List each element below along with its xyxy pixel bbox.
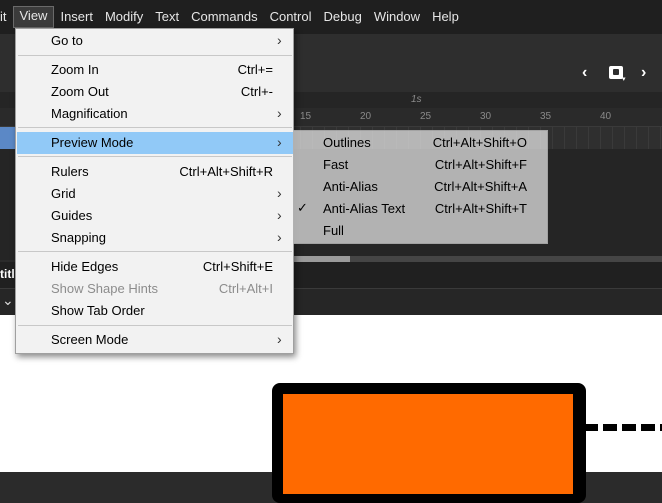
submenu-item-anti-alias[interactable]: Anti-Alias Ctrl+Alt+Shift+A [294, 176, 547, 198]
menu-help[interactable]: Help [426, 7, 465, 27]
menu-item-zoom-in[interactable]: Zoom In Ctrl+= [17, 59, 293, 81]
menu-item-preview-mode[interactable]: Preview Mode › [17, 132, 293, 154]
chevron-right-icon: › [277, 207, 282, 223]
menu-insert[interactable]: Insert [54, 7, 99, 27]
ruler-tick: 35 [540, 111, 552, 122]
menu-view[interactable]: View [12, 6, 55, 28]
submenu-item-outlines[interactable]: Outlines Ctrl+Alt+Shift+O [294, 132, 547, 154]
caret-down-icon[interactable]: ▾ [622, 75, 626, 83]
menu-debug[interactable]: Debug [318, 7, 368, 27]
menu-separator [18, 325, 292, 326]
timeline-second-marker: 1s [411, 94, 422, 105]
chevron-right-icon: › [277, 229, 282, 245]
document-title: titl [0, 267, 15, 281]
menu-item-rulers[interactable]: Rulers Ctrl+Alt+Shift+R [17, 161, 293, 183]
menu-item-screen-mode[interactable]: Screen Mode › [17, 329, 293, 351]
selected-layer[interactable] [0, 127, 16, 149]
menu-item-hide-edges[interactable]: Hide Edges Ctrl+Shift+E [17, 256, 293, 278]
menu-window[interactable]: Window [368, 7, 426, 27]
chevron-left-icon[interactable]: ‹ [582, 64, 587, 82]
menu-commands[interactable]: Commands [185, 7, 263, 27]
chevron-right-icon: › [277, 32, 282, 48]
menu-separator [18, 127, 292, 128]
preview-mode-submenu: Outlines Ctrl+Alt+Shift+O Fast Ctrl+Alt+… [293, 130, 548, 244]
camera-icon[interactable] [609, 66, 623, 79]
ruler-tick: 25 [420, 111, 432, 122]
menu-separator [18, 55, 292, 56]
menu-control[interactable]: Control [264, 7, 318, 27]
rectangle-shape-fill[interactable] [283, 394, 573, 494]
menu-separator [18, 156, 292, 157]
view-menu-dropdown: Go to › Zoom In Ctrl+= Zoom Out Ctrl+- M… [15, 28, 294, 354]
ruler-tick: 30 [480, 111, 492, 122]
menu-edit[interactable]: it [0, 7, 13, 27]
menu-modify[interactable]: Modify [99, 7, 149, 27]
submenu-item-anti-alias-text[interactable]: ✓ Anti-Alias Text Ctrl+Alt+Shift+T [294, 198, 547, 220]
chevron-down-icon[interactable]: ⌄ [2, 292, 14, 309]
menu-text[interactable]: Text [149, 7, 185, 27]
menu-item-guides[interactable]: Guides › [17, 205, 293, 227]
menu-item-go-to[interactable]: Go to › [17, 30, 293, 52]
menu-item-magnification[interactable]: Magnification › [17, 103, 293, 125]
ruler-tick: 20 [360, 111, 372, 122]
menu-item-show-tab-order[interactable]: Show Tab Order [17, 300, 293, 322]
ruler-tick: 40 [600, 111, 612, 122]
chevron-right-icon[interactable]: › [641, 64, 646, 82]
ruler-tick: 15 [300, 111, 312, 122]
chevron-right-icon: › [277, 185, 282, 201]
menu-item-snapping[interactable]: Snapping › [17, 227, 293, 249]
chevron-right-icon: › [277, 105, 282, 121]
checkmark-icon: ✓ [297, 200, 308, 215]
submenu-item-fast[interactable]: Fast Ctrl+Alt+Shift+F [294, 154, 547, 176]
chevron-right-icon: › [277, 134, 282, 150]
line-shape[interactable] [584, 424, 662, 431]
submenu-item-full[interactable]: Full [294, 220, 547, 242]
menu-item-grid[interactable]: Grid › [17, 183, 293, 205]
menu-separator [18, 251, 292, 252]
menu-item-zoom-out[interactable]: Zoom Out Ctrl+- [17, 81, 293, 103]
menu-item-show-shape-hints: Show Shape Hints Ctrl+Alt+I [51, 281, 273, 296]
chevron-right-icon: › [277, 331, 282, 347]
